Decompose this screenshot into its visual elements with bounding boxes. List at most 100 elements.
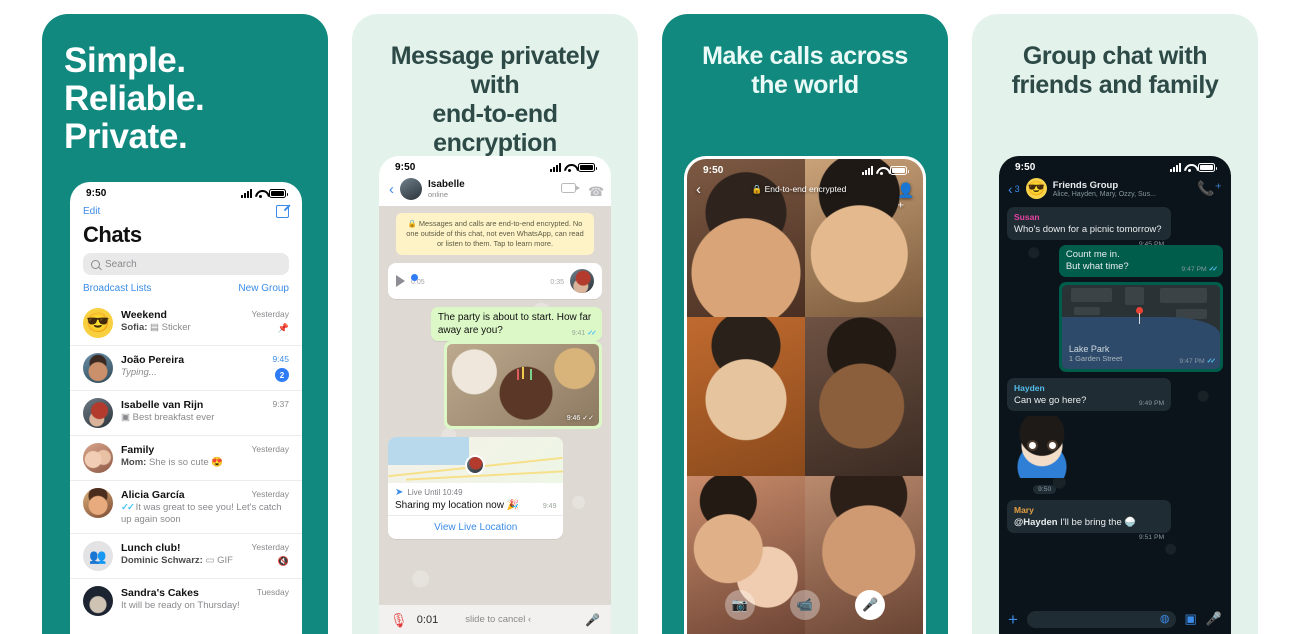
search-input[interactable]: Search [83, 253, 289, 275]
location-message[interactable]: Lake Park 1 Garden Street 9:47 PM ✓✓ [1058, 282, 1223, 372]
search-icon [91, 259, 100, 269]
headline-line: Make calls across [702, 42, 908, 70]
message-thread: 🔒 Messages and calls are end-to-end encr… [379, 206, 611, 634]
incoming-message[interactable]: Susan Who's down for a picnic tomorrow? … [1007, 207, 1172, 248]
voice-call-icon[interactable] [588, 183, 601, 196]
preview-text: It will be ready on Thursday! [121, 600, 240, 611]
message-text: Count me in. But what time? [1065, 249, 1129, 272]
outgoing-message[interactable]: Count me in. But what time? 9:47 PM ✓✓ [1058, 245, 1223, 277]
map-thumbnail [388, 437, 564, 483]
plus-icon[interactable]: + [1008, 611, 1018, 628]
video-call-icon[interactable] [561, 182, 580, 193]
mic-icon[interactable]: 🎤 [1206, 611, 1222, 627]
view-live-location-button[interactable]: View Live Location [388, 515, 564, 539]
chat-preview: Typing... [121, 367, 289, 379]
broadcast-lists-button[interactable]: Broadcast Lists [83, 283, 151, 294]
group-name: Friends Group [1052, 179, 1119, 191]
voice-message[interactable]: 0:05 0:35 [388, 263, 602, 299]
mute-mic-icon[interactable]: 🎤 [855, 590, 886, 620]
mic-icon-right[interactable]: 🎤 [585, 613, 600, 627]
video-call-grid [687, 159, 923, 634]
avatar[interactable]: 😎 [1025, 178, 1047, 199]
panel-encryption: Message privately with end-to-end encryp… [352, 14, 638, 634]
preview-sender: Dominic Schwarz: [121, 555, 203, 566]
preview-sender: Sofia: [121, 322, 148, 333]
preview-text: It was great to see you! Let's catch up … [121, 502, 282, 525]
add-call-icon[interactable]: 📞⁺ [1197, 180, 1222, 197]
app-store-screenshot-gallery: Simple. Reliable. Private. 9:50 Edit Cha… [0, 0, 1291, 634]
compose-icon[interactable] [276, 205, 289, 218]
table-row[interactable]: 👥 Lunch club! Dominic Schwarz: ▭ GIF Yes… [70, 534, 302, 579]
back-chevron-icon[interactable]: ‹ [696, 181, 701, 198]
phone-mockup-chat-thread: 9:50 ‹ Isabelle online [379, 156, 611, 634]
flip-camera-icon[interactable]: 📷 [724, 590, 755, 620]
message-input[interactable]: ◍ [1026, 610, 1176, 628]
live-location-icon: ➤ [395, 487, 404, 498]
table-row[interactable]: Alicia García ✓✓ It was great to see you… [70, 481, 302, 534]
search-placeholder: Search [105, 258, 137, 270]
mute-icon: 🔇 [277, 556, 289, 566]
message-time: 9:51 PM [1138, 534, 1165, 541]
voice-record-bar: 🎙 0:01 slide to cancel ‹ 🎤 [379, 604, 611, 634]
chat-preview: Mom: She is so cute 😍 [121, 457, 289, 469]
sticker-message[interactable] [1011, 416, 1073, 478]
phone-mockup-group-chat: 9:50 ‹ 3 😎 Friends Group Alice, Hayden, M… [999, 156, 1231, 634]
pin-icon: 📌 [277, 323, 289, 333]
message-mention[interactable]: @Hayden [1014, 517, 1058, 528]
phone-mockup-group-call: 9:50 ‹ 🔒 End-to-end encrypted 👤⁺ 📷 📹 🎤 [684, 156, 926, 634]
battery-icon [890, 166, 909, 175]
chat-time: Yesterday [251, 309, 290, 319]
preview-text: GIF [217, 555, 233, 566]
panel-calls-headline: Make calls across the world [662, 14, 948, 100]
chat-time: Yesterday [251, 489, 290, 499]
location-address: 1 Garden Street [1068, 354, 1123, 363]
mic-icon[interactable]: 🎙 [390, 613, 408, 627]
status-bar: 9:50 [687, 159, 923, 178]
voice-duration: 0:35 [550, 279, 564, 286]
unread-badge: 2 [275, 368, 289, 382]
avatar[interactable] [379, 156, 611, 634]
back-unread-count: 3 [1014, 183, 1020, 194]
chat-name: Isabelle van Rijn [121, 399, 204, 411]
location-message-text: Sharing my location now 🎉 9:49 [395, 500, 557, 511]
panel-simple: Simple. Reliable. Private. 9:50 Edit Cha… [42, 14, 328, 634]
slide-to-cancel-hint[interactable]: slide to cancel ‹ [465, 614, 531, 625]
preview-text: Best breakfast ever [132, 412, 215, 423]
outgoing-message[interactable]: The party is about to start. How far awa… [430, 307, 602, 341]
gif-icon: ▭ [205, 555, 215, 566]
avatar [83, 443, 113, 473]
call-controls: 📷 📹 🎤 [687, 590, 923, 620]
sticker-icon[interactable]: ◍ [1160, 613, 1170, 625]
new-group-button[interactable]: New Group [238, 283, 289, 294]
thread-header: ‹ Isabelle online [379, 156, 611, 634]
incoming-message[interactable]: Hayden Can we go here? 9:49 PM [1007, 378, 1172, 411]
live-location-message[interactable]: ➤ Live Until 10:49 Sharing my location n… [388, 437, 564, 539]
preview-text: Sticker [161, 322, 191, 333]
encryption-notice[interactable]: 🔒 Messages and calls are end-to-end encr… [396, 213, 594, 255]
camera-icon: ▣ [121, 412, 130, 423]
back-button[interactable]: ‹ 3 [1008, 181, 1020, 197]
photo-message[interactable]: 9:46 ✓✓ [443, 341, 602, 429]
add-participant-icon[interactable]: 👤⁺ [897, 182, 914, 215]
message-time: 9:47 PM ✓✓ [1181, 266, 1218, 273]
table-row[interactable]: Sandra's Cakes It will be ready on Thurs… [70, 579, 302, 623]
table-row[interactable]: Isabelle van Rijn ▣ Best breakfast ever … [70, 391, 302, 436]
table-row[interactable]: João Pereira Typing... 9:45 2 [70, 346, 302, 391]
edit-button[interactable]: Edit [83, 206, 100, 217]
camera-icon[interactable]: ▣ [1185, 611, 1197, 627]
avatar [83, 586, 113, 616]
chat-time: 9:45 [272, 354, 289, 364]
voice-progress-handle[interactable] [411, 273, 418, 281]
chat-name: João Pereira [121, 354, 185, 366]
call-participant-tile[interactable] [687, 317, 805, 476]
play-icon[interactable] [396, 275, 405, 287]
table-row[interactable]: Family Mom: She is so cute 😍 Yesterday [70, 436, 302, 481]
video-off-icon[interactable]: 📹 [789, 590, 820, 620]
status-bar: 9:50 [999, 156, 1231, 175]
call-top-bar: ‹ 🔒 End-to-end encrypted 👤⁺ [687, 181, 923, 215]
table-row[interactable]: 😎 Weekend Sofia: ▤ Sticker Yesterday 📌 [70, 301, 302, 346]
avatar: 👥 [83, 541, 113, 571]
incoming-message[interactable]: Mary @Hayden I'll be bring the 🍚 9:51 PM [1007, 500, 1172, 541]
wifi-icon [1184, 163, 1195, 172]
call-participant-tile[interactable] [805, 317, 923, 476]
